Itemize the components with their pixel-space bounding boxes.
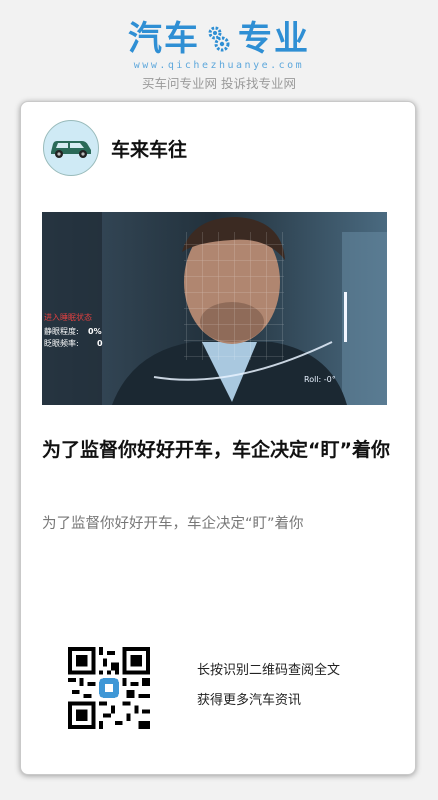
article-title[interactable]: 为了监督你好好开车，车企决定“盯”着你 [42,435,397,465]
hero-closed-eye-label: 静眼程度: [44,326,79,336]
qr-hint-line1: 长按识别二维码查阅全文 [197,663,341,678]
hero-illustration: 进入睡眠状态 静眼程度: 0% 眨眼频率: 0 Roll: -0° [42,212,387,405]
hero-status-text: 进入睡眠状态 [44,312,92,322]
hero-blink-value: 0 [97,339,103,348]
brand-word-right: 专业 [238,19,310,59]
author-name: 车来车往 [111,138,188,161]
qr-code-icon[interactable] [68,647,150,729]
brand-logo: 汽车 专业 [0,18,438,60]
qr-hint-line2: 获得更多汽车资讯 [197,693,302,708]
article-card[interactable]: 车来车往 进入睡眠状态 静眼程度: 0% 眨眼频率: 0 Roll: -0° 为… [20,101,416,775]
article-summary: 为了监督你好好开车，车企决定“盯”着你 [42,516,304,532]
hero-blink-label: 眨眼频率: [44,338,79,348]
brand-header: 汽车 专业 www.qichezhuanye.com 买车问专业网 投诉找专业网 [0,18,438,92]
author-row[interactable]: 车来车往 [43,120,187,176]
brand-url: www.qichezhuanye.com [133,60,305,71]
hero-roll-label: Roll: -0° [304,375,336,384]
hero-image[interactable]: 进入睡眠状态 静眼程度: 0% 眨眼频率: 0 Roll: -0° [42,212,387,405]
brand-word-left: 汽车 [128,19,200,59]
gear-icon [208,26,230,52]
car-icon [51,141,91,158]
brand-slogan: 买车问专业网 投诉找专业网 [142,76,296,91]
hero-closed-eye-value: 0% [88,327,102,336]
qr-hint: 长按识别二维码查阅全文 获得更多汽车资讯 [197,660,340,720]
avatar [43,120,99,176]
